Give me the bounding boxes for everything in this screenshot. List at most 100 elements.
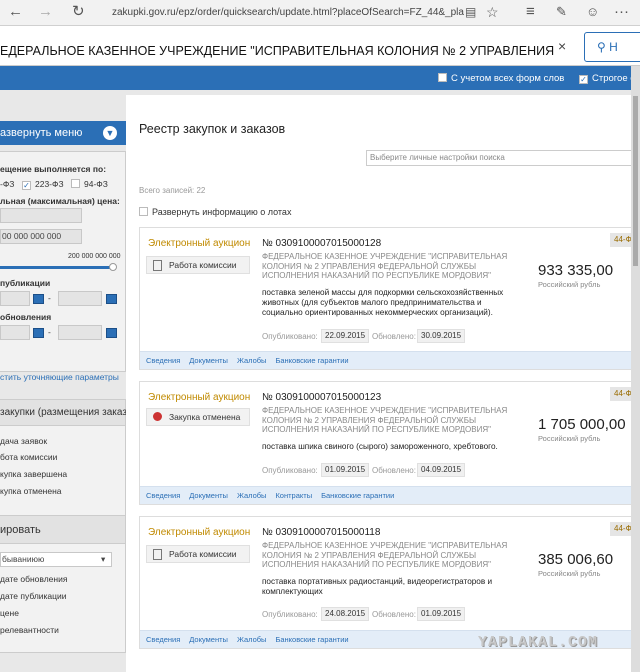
- published-label: Опубликовано:: [262, 332, 318, 341]
- published-date: 01.09.2015: [321, 463, 370, 477]
- expand-lots-checkbox[interactable]: [139, 207, 148, 216]
- strict-search-checkbox[interactable]: ✓: [579, 75, 588, 84]
- purchase-number[interactable]: № 0309100007015000118: [262, 527, 380, 538]
- link-documents[interactable]: Документы: [189, 635, 228, 644]
- price-range-slider[interactable]: [0, 266, 116, 269]
- web-note-icon[interactable]: ✎: [556, 4, 567, 20]
- link-bank-guarantees[interactable]: Банковские гарантии: [321, 491, 394, 500]
- link-complaints[interactable]: Жалобы: [237, 635, 267, 644]
- price: 1 705 000,00: [538, 416, 626, 433]
- published-date: 22.09.2015: [321, 329, 370, 343]
- fz94-checkbox[interactable]: [71, 179, 80, 188]
- link-details[interactable]: Сведения: [146, 356, 180, 365]
- reading-view-icon[interactable]: ▤: [465, 4, 476, 20]
- price-to-input[interactable]: 00 000 000 000: [0, 229, 82, 244]
- scrollbar-thumb[interactable]: [633, 96, 638, 266]
- stage-option[interactable]: дача заявок: [0, 436, 47, 446]
- calendar-icon[interactable]: [33, 294, 44, 304]
- clear-search-icon[interactable]: ×: [558, 38, 566, 54]
- chevron-down-icon: ▼: [103, 126, 117, 140]
- favorite-star-icon[interactable]: ☆: [486, 4, 499, 20]
- customer-name[interactable]: ФЕДЕРАЛЬНОЕ КАЗЕННОЕ УЧРЕЖДЕНИЕ "ИСПРАВИ…: [262, 406, 530, 435]
- cancel-icon: [153, 412, 162, 421]
- purchase-description: поставка портативных радиостанций, видео…: [262, 577, 493, 596]
- link-details[interactable]: Сведения: [146, 635, 180, 644]
- upd-date-from[interactable]: [0, 325, 30, 340]
- link-bank-guarantees[interactable]: Банковские гарантии: [275, 356, 348, 365]
- fz223-label: 223-ФЗ: [35, 179, 64, 189]
- purchase-card: Электронный аукцион № 030910000701500012…: [139, 381, 640, 505]
- search-input[interactable]: ЕДЕРАЛЬНОЕ КАЗЕННОЕ УЧРЕЖДЕНИЕ "ИСПРАВИТ…: [0, 26, 560, 66]
- card-links: Сведения Документы Жалобы Контракты Банковск…: [140, 486, 635, 504]
- refresh-icon[interactable]: ↻: [72, 4, 85, 20]
- stage-option[interactable]: купка отменена: [0, 486, 62, 496]
- range-max-label: 200 000 000 000: [68, 253, 121, 260]
- purchase-description: поставка шпика свиного (сырого) замороже…: [262, 442, 498, 451]
- link-details[interactable]: Сведения: [146, 491, 180, 500]
- all-word-forms-checkbox[interactable]: [438, 73, 447, 82]
- stage-option[interactable]: бота комиссии: [0, 452, 57, 462]
- sort-direction-value: бываниюю: [2, 554, 45, 564]
- link-complaints[interactable]: Жалобы: [237, 356, 267, 365]
- link-documents[interactable]: Документы: [189, 491, 228, 500]
- expand-lots-label: Развернуть информацию о лотах: [152, 207, 292, 217]
- pub-date-from[interactable]: [0, 291, 30, 306]
- customer-name[interactable]: ФЕДЕРАЛЬНОЕ КАЗЕННОЕ УЧРЕЖДЕНИЕ "ИСПРАВИ…: [262, 541, 530, 570]
- calendar-icon[interactable]: [106, 328, 117, 338]
- fz44-option[interactable]: -ФЗ: [0, 179, 14, 189]
- sort-option[interactable]: цене: [0, 608, 19, 618]
- place-label: ещение выполняется по:: [0, 164, 107, 174]
- stage-option[interactable]: купка завершена: [0, 469, 67, 479]
- fz223-option[interactable]: ✓ 223-ФЗ: [22, 179, 64, 190]
- calendar-icon[interactable]: [33, 328, 44, 338]
- fz223-checkbox[interactable]: ✓: [22, 181, 31, 190]
- slider-handle[interactable]: [109, 263, 117, 271]
- fz94-option[interactable]: 94-ФЗ: [71, 179, 108, 189]
- share-icon[interactable]: ☺: [586, 4, 599, 20]
- status-text: Работа комиссии: [169, 549, 237, 559]
- price-from-input[interactable]: [0, 208, 82, 223]
- fz94-label: 94-ФЗ: [84, 179, 108, 189]
- pub-date-to[interactable]: [58, 291, 102, 306]
- updated-label: Обновлено:: [372, 610, 416, 619]
- all-word-forms-option[interactable]: С учетом всех форм слов: [438, 73, 564, 84]
- link-documents[interactable]: Документы: [189, 356, 228, 365]
- link-contracts[interactable]: Контракты: [275, 491, 312, 500]
- strict-search-option[interactable]: ✓ Строгое с: [579, 73, 635, 84]
- find-button-label: Н: [609, 40, 618, 54]
- purchase-description: поставка зеленой массы для подкормки сел…: [262, 288, 504, 317]
- calendar-icon[interactable]: [106, 294, 117, 304]
- more-icon[interactable]: ···: [614, 4, 629, 20]
- purchase-number[interactable]: № 0309100007015000123: [262, 392, 381, 403]
- purchase-number[interactable]: № 0309100007015000128: [262, 238, 381, 249]
- back-icon[interactable]: ←: [8, 4, 23, 20]
- sort-panel: ировать бываниюю ▾ дате обновления дате п…: [0, 515, 126, 653]
- upd-date-to[interactable]: [58, 325, 102, 340]
- page-scrollbar[interactable]: [631, 66, 640, 672]
- procedure-type: Электронный аукцион: [148, 527, 251, 538]
- filter-panel: ещение выполняется по: -ФЗ ✓ 223-ФЗ 94-ФЗ…: [0, 151, 126, 372]
- expand-menu-label: азвернуть меню: [0, 127, 83, 139]
- procedure-type: Электронный аукцион: [148, 392, 251, 403]
- forward-icon[interactable]: →: [38, 4, 53, 20]
- price: 933 335,00: [538, 262, 614, 279]
- sort-direction-select[interactable]: бываниюю ▾: [0, 552, 112, 567]
- expand-lots-option[interactable]: Развернуть информацию о лотах: [139, 207, 291, 217]
- purchase-card: Электронный аукцион № 030910000701500012…: [139, 227, 640, 370]
- link-bank-guarantees[interactable]: Банковские гарантии: [275, 635, 348, 644]
- sort-option[interactable]: дате публикации: [0, 591, 67, 601]
- sort-option[interactable]: релевантности: [0, 625, 59, 635]
- status-badge: Работа комиссии: [146, 256, 250, 274]
- address-bar[interactable]: zakupki.gov.ru/epz/order/quicksearch/upd…: [104, 3, 464, 23]
- link-complaints[interactable]: Жалобы: [237, 491, 267, 500]
- sort-option[interactable]: дате обновления: [0, 574, 67, 584]
- purchase-card: Электронный аукцион № 030910000701500011…: [139, 516, 640, 649]
- price-label: льная (максимальная) цена:: [0, 196, 120, 206]
- hub-icon[interactable]: ≡: [526, 4, 535, 20]
- currency: Российский рубль: [538, 434, 601, 443]
- reset-filters-link[interactable]: стить уточняющие параметры: [0, 372, 119, 382]
- search-settings-select[interactable]: Выберите личные настройки поиска: [366, 150, 632, 166]
- find-button[interactable]: ⚲ Н: [584, 32, 640, 62]
- expand-menu-button[interactable]: азвернуть меню ▼: [0, 121, 126, 145]
- customer-name[interactable]: ФЕДЕРАЛЬНОЕ КАЗЕННОЕ УЧРЕЖДЕНИЕ "ИСПРАВИ…: [262, 252, 530, 281]
